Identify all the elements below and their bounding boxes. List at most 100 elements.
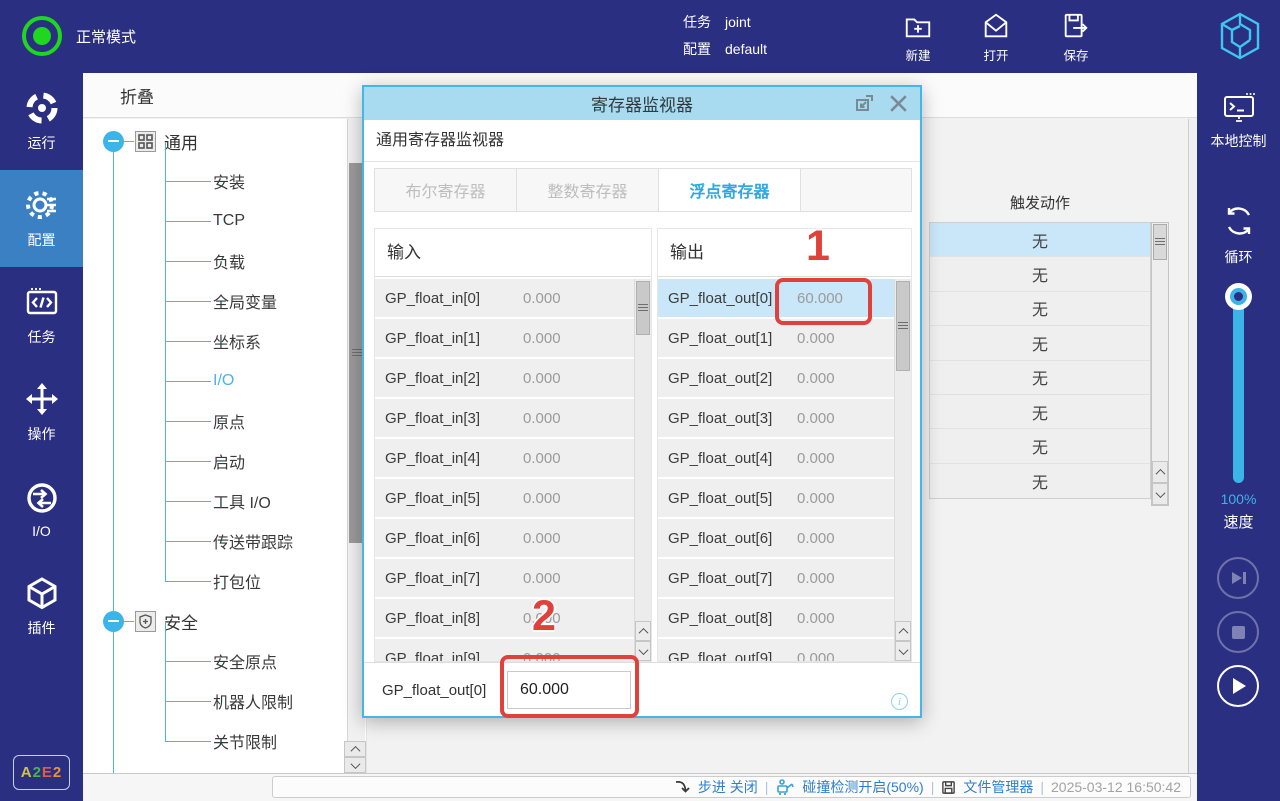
loop-button[interactable]: 循环 — [1197, 201, 1280, 267]
scroll-down-button[interactable] — [344, 757, 366, 773]
register-row[interactable]: GP_float_out[4] 0.000 — [658, 439, 911, 477]
register-row[interactable]: GP_float_in[1] 0.000 — [375, 319, 651, 357]
nav-item-task[interactable]: 任务 — [0, 267, 83, 364]
trigger-scrollbar-thumb[interactable] — [1153, 224, 1167, 260]
tab-float-register[interactable]: 浮点寄存器 — [659, 169, 801, 211]
tree-item[interactable]: 安装 — [83, 161, 346, 201]
step-forward-button[interactable] — [1217, 557, 1259, 599]
output-register-panel: 输出 GP_float_out[0] 60.000 GP_float_out[1] 0… — [657, 228, 912, 662]
scroll-down-button[interactable] — [635, 641, 651, 661]
register-row[interactable]: GP_float_out[3] 0.000 — [658, 399, 911, 437]
scroll-up-button[interactable] — [344, 741, 366, 757]
task-label: 任务 — [683, 14, 711, 30]
register-row[interactable]: GP_float_in[9] 0.000 — [375, 639, 651, 661]
tree-node-safety[interactable]: 安全 — [83, 601, 346, 641]
tree-item[interactable]: 全局变量 — [83, 281, 346, 321]
play-button[interactable] — [1217, 665, 1259, 707]
tree-item[interactable]: TCP — [83, 201, 346, 241]
nav-item-run[interactable]: 运行 — [0, 73, 83, 170]
tree-item[interactable]: 机器人限制 — [83, 681, 346, 721]
tree-item[interactable]: 安全原点 — [83, 641, 346, 681]
version-badge[interactable]: A2E2 — [13, 755, 70, 790]
trigger-row[interactable]: 无 — [930, 360, 1150, 395]
trigger-row[interactable]: 无 — [930, 394, 1150, 430]
register-row[interactable]: GP_float_in[6] 0.000 — [375, 519, 651, 557]
register-row[interactable]: GP_float_out[7] 0.000 — [658, 559, 911, 597]
register-row[interactable]: GP_float_in[7] 0.000 — [375, 559, 651, 597]
register-row[interactable]: GP_float_out[9] 0.000 — [658, 639, 911, 661]
speed-slider[interactable] — [1225, 283, 1252, 483]
tab-bool-register[interactable]: 布尔寄存器 — [375, 169, 517, 211]
chevron-up-icon — [1155, 468, 1165, 479]
tree-node-general[interactable]: 通用 — [83, 121, 346, 161]
register-row[interactable]: GP_float_out[0] 60.000 — [658, 279, 911, 317]
trigger-row[interactable]: 无 — [930, 291, 1150, 327]
nav-item-operate[interactable]: 操作 — [0, 364, 83, 461]
tree-item[interactable]: 坐标系 — [83, 321, 346, 361]
close-icon[interactable] — [887, 92, 910, 115]
scrollbar-thumb[interactable] — [636, 281, 650, 335]
register-row[interactable]: GP_float_out[2] 0.000 — [658, 359, 911, 397]
collision-status[interactable]: 碰撞检测开启(50%) — [802, 777, 923, 797]
save-button[interactable]: 保存 — [1046, 11, 1106, 64]
scroll-up-button[interactable] — [895, 621, 911, 641]
tree-item[interactable]: 负载 — [83, 241, 346, 281]
open-button[interactable]: 打开 — [966, 11, 1026, 64]
collapse-toggle-icon[interactable] — [103, 610, 124, 632]
stop-button[interactable] — [1217, 611, 1259, 653]
register-row[interactable]: GP_float_out[1] 0.000 — [658, 319, 911, 357]
step-status[interactable]: 步进 关闭 — [698, 777, 758, 797]
tree-item[interactable]: 原点 — [83, 401, 346, 441]
top-bar: 正常模式 任务 joint 配置 default 新建 打开 保存 — [0, 0, 1280, 73]
chevron-up-icon — [638, 627, 648, 638]
tree-item[interactable]: 打包位 — [83, 561, 346, 601]
dialog-titlebar[interactable]: 寄存器监视器 — [364, 87, 920, 120]
restore-window-icon[interactable] — [854, 93, 875, 114]
trigger-row[interactable]: 无 — [930, 326, 1150, 361]
register-row[interactable]: GP_float_in[8] 0.000 — [375, 599, 651, 637]
scroll-down-button[interactable] — [895, 641, 911, 661]
info-icon[interactable]: i — [891, 693, 908, 710]
nav-item-plugin[interactable]: 插件 — [0, 558, 83, 655]
tab-int-register[interactable]: 整数寄存器 — [517, 169, 659, 211]
register-row[interactable]: GP_float_out[6] 0.000 — [658, 519, 911, 557]
tree-item[interactable]: 关节限制 — [83, 721, 346, 761]
register-row[interactable]: GP_float_in[0] 0.000 — [375, 279, 651, 317]
trigger-row[interactable]: 无 — [930, 429, 1150, 464]
nav-item-config[interactable]: 配置 — [0, 170, 83, 267]
trigger-row[interactable]: 无 — [930, 223, 1150, 258]
file-manager-link[interactable]: 文件管理器 — [963, 777, 1033, 797]
register-row[interactable]: GP_float_out[8] 0.000 — [658, 599, 911, 637]
register-row[interactable]: GP_float_in[3] 0.000 — [375, 399, 651, 437]
scroll-up-button[interactable] — [1152, 461, 1168, 483]
content-right-scrollbar-track[interactable] — [1188, 119, 1197, 773]
scrollbar-thumb[interactable] — [896, 281, 910, 371]
register-row[interactable]: GP_float_out[5] 0.000 — [658, 479, 911, 517]
register-row[interactable]: GP_float_in[5] 0.000 — [375, 479, 651, 517]
trigger-row[interactable]: 无 — [930, 463, 1150, 499]
register-row[interactable]: GP_float_in[4] 0.000 — [375, 439, 651, 477]
local-control-button[interactable]: 本地控制 — [1197, 91, 1280, 151]
new-button[interactable]: 新建 — [888, 11, 948, 64]
tree-scroll-buttons — [344, 741, 366, 773]
scroll-down-button[interactable] — [1152, 483, 1168, 505]
tree-group-general: 通用 安装 TCP 负载 全局变量 坐标系 I/O 原点 启动 工具 I/O 传送带跟踪 打包位 — [83, 121, 346, 601]
status-box: 步进 关闭 | 碰撞检测开启(50%) | 文件管理器 | 2025-03-12… — [272, 776, 1191, 798]
chevron-down-icon — [350, 758, 360, 769]
collapse-button[interactable]: 折叠 — [120, 73, 154, 118]
tree-item[interactable]: 工具 I/O — [83, 481, 346, 521]
tree-group-label: 通用 — [164, 133, 198, 153]
tree-item[interactable]: 传送带跟踪 — [83, 521, 346, 561]
tree-item[interactable]: I/O — [83, 361, 346, 401]
speed-slider-knob[interactable] — [1225, 283, 1252, 310]
collapse-toggle-icon[interactable] — [103, 130, 124, 152]
output-list-scrollbar[interactable] — [894, 279, 911, 661]
trigger-row[interactable]: 无 — [930, 257, 1150, 292]
input-list-scrollbar[interactable] — [634, 279, 651, 661]
register-value-input[interactable]: 60.000 — [507, 671, 631, 709]
tree-item[interactable]: 启动 — [83, 441, 346, 481]
nav-item-io[interactable]: I/O — [0, 461, 83, 558]
register-row[interactable]: GP_float_in[2] 0.000 — [375, 359, 651, 397]
scroll-up-button[interactable] — [635, 621, 651, 641]
trigger-scrollbar[interactable] — [1151, 222, 1169, 506]
